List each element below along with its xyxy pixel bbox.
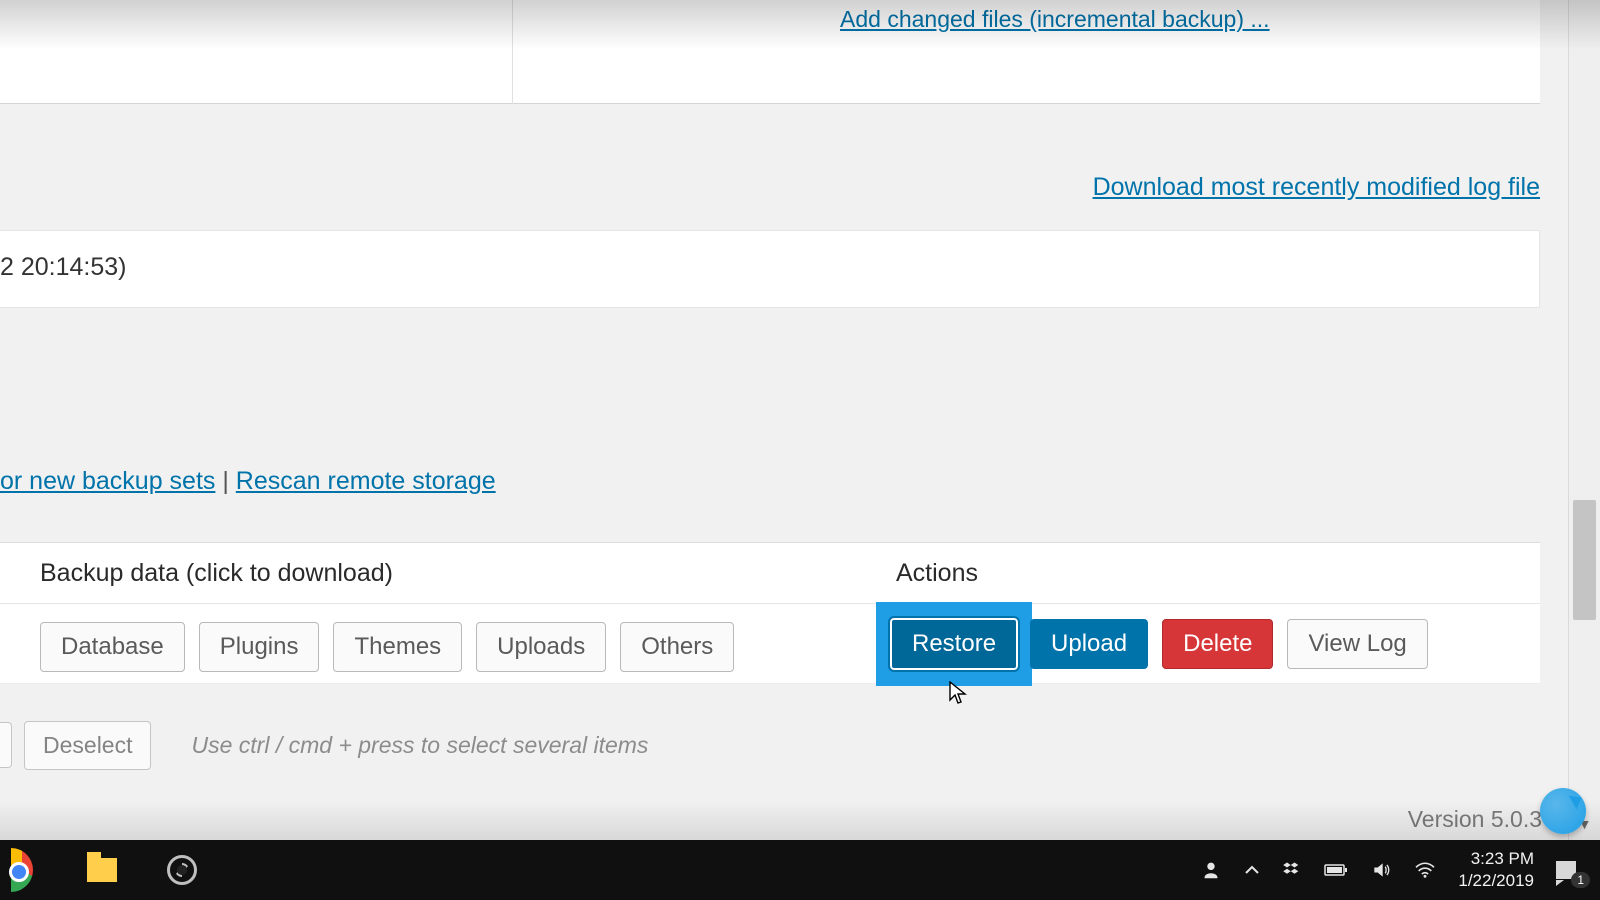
notifications-tray-icon[interactable]: 1 <box>1556 858 1584 882</box>
taskbar-date: 1/22/2019 <box>1458 870 1534 892</box>
delete-button[interactable]: Delete <box>1162 619 1273 669</box>
tray-overflow-icon[interactable] <box>1244 862 1260 878</box>
upload-button[interactable]: Upload <box>1030 619 1148 669</box>
dropbox-tray-icon[interactable] <box>1282 860 1302 880</box>
volume-tray-icon[interactable] <box>1370 860 1392 880</box>
bottom-shadow <box>0 800 1600 840</box>
header-backup-data: Backup data (click to download) <box>40 559 393 588</box>
selection-footer: Deselect Use ctrl / cmd + press to selec… <box>0 716 1540 774</box>
timestamp-panel: 2 20:14:53) <box>0 230 1540 308</box>
wifi-tray-icon[interactable] <box>1414 861 1436 879</box>
taskbar: 3:23 PM 1/22/2019 1 <box>0 840 1600 900</box>
taskbar-time: 3:23 PM <box>1458 848 1534 870</box>
plugins-button[interactable]: Plugins <box>199 622 320 672</box>
file-explorer-taskbar-icon[interactable] <box>80 858 124 882</box>
table-row: Database Plugins Themes Uploads Others R… <box>0 604 1540 684</box>
select-all-stub[interactable] <box>0 722 12 768</box>
vertical-scrollbar[interactable]: ▼ <box>1568 0 1600 840</box>
rescan-remote-link[interactable]: Rescan remote storage <box>236 467 496 495</box>
taskbar-clock[interactable]: 3:23 PM 1/22/2019 <box>1458 848 1534 892</box>
download-log-link[interactable]: Download most recently modified log file <box>1093 173 1540 202</box>
others-button[interactable]: Others <box>620 622 734 672</box>
notification-count-badge: 1 <box>1571 872 1590 888</box>
rescan-line: or new backup sets | Rescan remote stora… <box>0 467 496 496</box>
themes-button[interactable]: Themes <box>333 622 462 672</box>
deselect-button[interactable]: Deselect <box>24 721 151 770</box>
uploads-button[interactable]: Uploads <box>476 622 606 672</box>
obs-taskbar-icon[interactable] <box>160 855 204 885</box>
top-panel: Add changed files (incremental backup) .… <box>0 0 1540 104</box>
header-actions: Actions <box>896 559 978 588</box>
battery-tray-icon[interactable] <box>1324 862 1348 878</box>
restore-button[interactable]: Restore <box>890 618 1018 670</box>
people-tray-icon[interactable] <box>1200 859 1222 881</box>
rescan-new-link[interactable]: or new backup sets <box>0 467 215 495</box>
backup-data-buttons: Database Plugins Themes Uploads Others <box>40 622 734 672</box>
scrollbar-thumb[interactable] <box>1573 500 1596 620</box>
version-label: Version 5.0.3 <box>1408 806 1542 833</box>
database-button[interactable]: Database <box>40 622 185 672</box>
selection-hint: Use ctrl / cmd + press to select several… <box>191 732 648 759</box>
timestamp-fragment: 2 20:14:53) <box>0 253 127 282</box>
separator: | <box>215 467 235 495</box>
table-header: Backup data (click to download) Actions <box>0 542 1540 604</box>
backup-table: Backup data (click to download) Actions … <box>0 542 1540 684</box>
assistant-badge-icon[interactable] <box>1540 788 1586 834</box>
restore-highlight: Restore <box>876 602 1032 686</box>
incremental-backup-link[interactable]: Add changed files (incremental backup) .… <box>840 6 1270 33</box>
vertical-separator <box>512 0 513 104</box>
chrome-taskbar-icon[interactable] <box>0 848 44 892</box>
action-buttons: Restore Upload Delete View Log <box>876 604 1428 684</box>
view-log-button[interactable]: View Log <box>1287 619 1427 669</box>
